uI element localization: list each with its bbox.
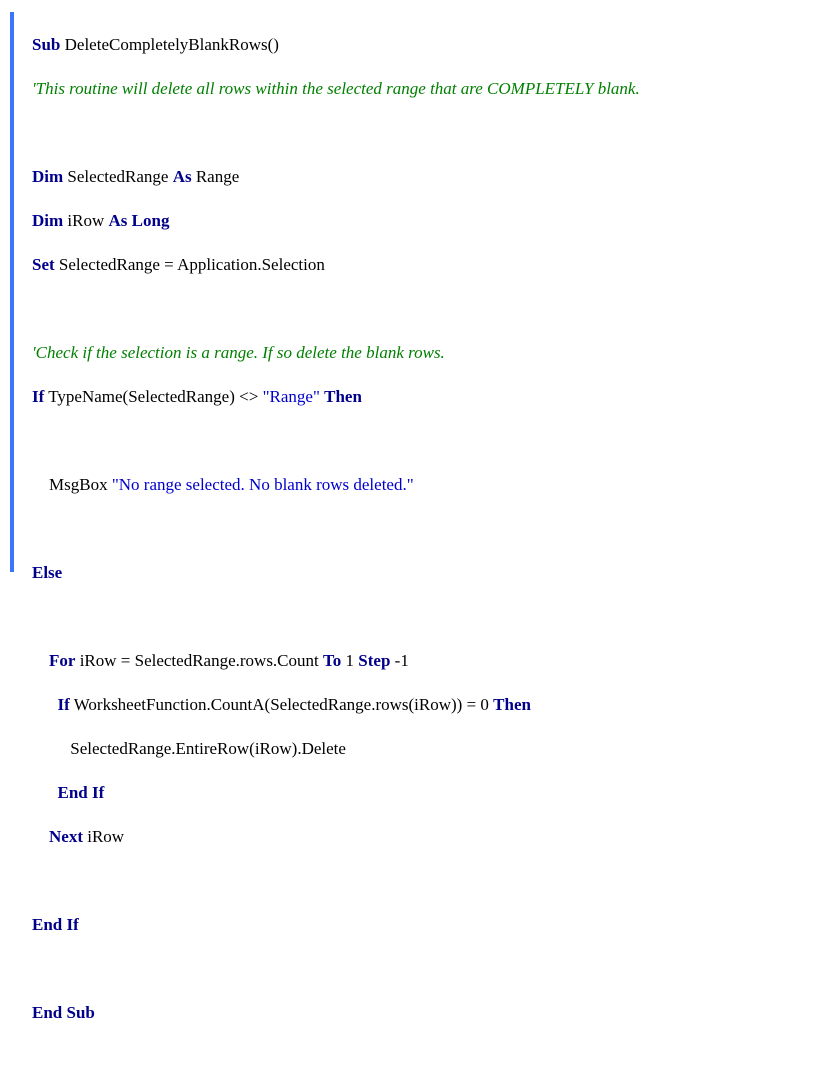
loop-expr: iRow = SelectedRange.rows.Count	[75, 651, 323, 670]
code-line: End Sub	[32, 1002, 814, 1024]
keyword-if: If	[32, 387, 44, 406]
keyword-dim: Dim	[32, 211, 63, 230]
code-line: MsgBox "No range selected. No blank rows…	[32, 474, 814, 496]
code-line: Dim SelectedRange As Range	[32, 166, 814, 188]
loop-var: iRow	[83, 827, 124, 846]
keyword-dim: Dim	[32, 167, 63, 186]
indent	[32, 827, 49, 846]
blank-line	[32, 518, 814, 540]
code-line: 'This routine will delete all rows withi…	[32, 78, 814, 100]
keyword-sub: Sub	[32, 35, 60, 54]
code-line: Set SelectedRange = Application.Selectio…	[32, 254, 814, 276]
code-line: End If	[32, 914, 814, 936]
blank-line	[32, 430, 814, 452]
code-line: For iRow = SelectedRange.rows.Count To 1…	[32, 650, 814, 672]
code-line: Dim iRow As Long	[32, 210, 814, 232]
keyword-then: Then	[493, 695, 531, 714]
keyword-long: Long	[127, 211, 169, 230]
blank-line	[32, 958, 814, 980]
var-name: iRow	[63, 211, 108, 230]
string-literal: "No range selected. No blank rows delete…	[112, 475, 414, 494]
code-block: Sub DeleteCompletelyBlankRows() 'This ro…	[0, 0, 824, 584]
keyword-set: Set	[32, 255, 55, 274]
keyword-as: As	[173, 167, 192, 186]
code-line: 'Check if the selection is a range. If s…	[32, 342, 814, 364]
step-value: -1	[390, 651, 408, 670]
code-line: If WorksheetFunction.CountA(SelectedRang…	[32, 694, 814, 716]
var-name: SelectedRange	[63, 167, 173, 186]
code-line: Sub DeleteCompletelyBlankRows()	[32, 34, 814, 56]
keyword-then: Then	[324, 387, 362, 406]
statement: SelectedRange.EntireRow(iRow).Delete	[32, 739, 346, 758]
keyword-to: To	[323, 651, 341, 670]
loop-end: 1	[341, 651, 358, 670]
keyword-step: Step	[358, 651, 390, 670]
code-content: Sub DeleteCompletelyBlankRows() 'This ro…	[32, 12, 814, 1068]
keyword-next: Next	[49, 827, 83, 846]
blank-line	[32, 298, 814, 320]
keyword-else: Else	[32, 563, 62, 582]
blank-line	[32, 606, 814, 628]
keyword-as: As	[109, 211, 128, 230]
comment: 'This routine will delete all rows withi…	[32, 79, 640, 98]
left-border	[10, 12, 14, 572]
keyword-for: For	[49, 651, 75, 670]
assignment: SelectedRange = Application.Selection	[55, 255, 325, 274]
code-line: If TypeName(SelectedRange) <> "Range" Th…	[32, 386, 814, 408]
keyword-endif: End If	[58, 783, 105, 802]
type-name: Range	[192, 167, 240, 186]
msgbox-call: MsgBox	[32, 475, 112, 494]
condition: TypeName(SelectedRange) <>	[44, 387, 262, 406]
keyword-endsub: End Sub	[32, 1003, 95, 1022]
indent	[32, 651, 49, 670]
indent	[32, 695, 58, 714]
keyword-endif: End If	[32, 915, 79, 934]
condition: WorksheetFunction.CountA(SelectedRange.r…	[70, 695, 493, 714]
indent	[32, 783, 58, 802]
code-line: SelectedRange.EntireRow(iRow).Delete	[32, 738, 814, 760]
comment: 'Check if the selection is a range. If s…	[32, 343, 445, 362]
blank-line	[32, 122, 814, 144]
code-line: Else	[32, 562, 814, 584]
code-line: End If	[32, 782, 814, 804]
sub-name: DeleteCompletelyBlankRows()	[60, 35, 279, 54]
blank-line	[32, 870, 814, 892]
keyword-if: If	[58, 695, 70, 714]
string-literal: "Range"	[263, 387, 320, 406]
code-line: Next iRow	[32, 826, 814, 848]
